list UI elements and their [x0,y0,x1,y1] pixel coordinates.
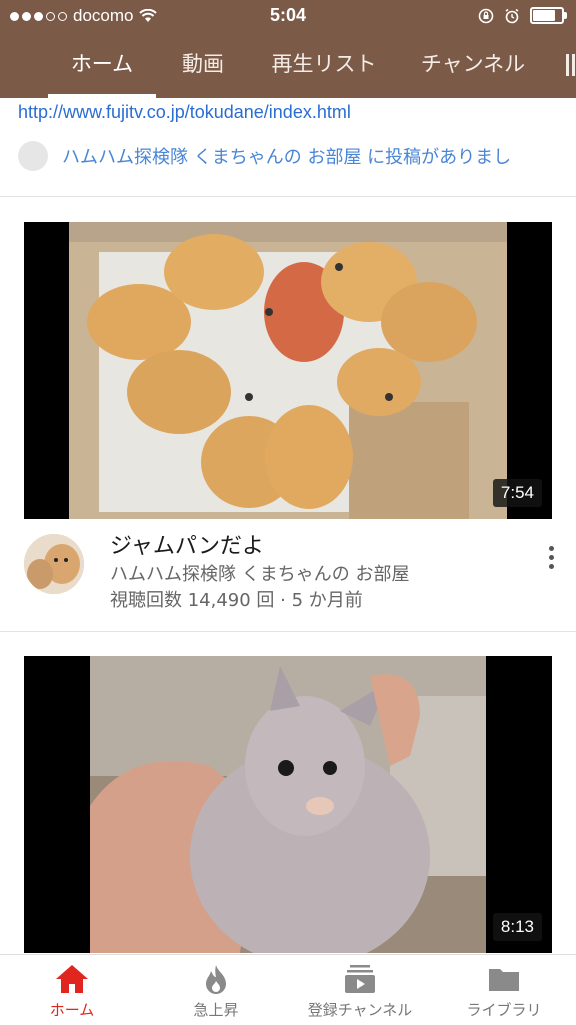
video-stats: 視聴回数 14,490 回 · 5 か月前 [110,590,363,611]
tab-home[interactable]: ホーム [48,34,156,98]
flame-icon [206,965,226,994]
tab-channels[interactable]: チャンネル [406,34,540,98]
nav-trending[interactable]: 急上昇 [144,955,288,1025]
video-title[interactable]: ジャムパンだよ [110,528,264,560]
rotation-lock-icon [478,8,494,23]
channel-tab-bar: ホーム 動画 再生リスト チャンネル [0,34,576,98]
section-divider [0,631,576,632]
home-icon [56,965,88,993]
video-duration: 8:13 [492,913,542,941]
tab-videos[interactable]: 動画 [164,34,242,98]
video-duration: 7:54 [492,479,542,507]
nav-label: 登録チャンネル [307,1001,413,1019]
nav-library[interactable]: ライブラリ [432,955,576,1025]
video-thumbnail[interactable]: 8:13 [24,656,552,953]
video-meta: ジャムパンだよ ハムハム探検隊 くまちゃんの お部屋 視聴回数 14,490 回… [24,528,564,611]
video-thumbnail[interactable]: 7:54 [24,222,552,519]
video-channel-name: ハムハム探検隊 くまちゃんの お部屋 [110,564,410,585]
tab-playlists[interactable]: 再生リスト [258,34,390,98]
hamster-avatar-image [24,534,84,594]
post-notice-text: ハムハム探検隊 くまちゃんの お部屋 に投稿がありまし [62,147,512,168]
channel-post-notice[interactable]: ハムハム探検隊 くまちゃんの お部屋 に投稿がありまし [18,138,576,174]
battery-icon [530,7,567,24]
hamsters-eating-jam-image [69,222,507,519]
external-link[interactable]: http://www.fujitv.co.jp/tokudane/index.h… [18,102,351,123]
section-divider [0,196,576,197]
nav-home[interactable]: ホーム [0,955,144,1025]
nav-subscriptions[interactable]: 登録チャンネル [288,955,432,1025]
status-bar: docomo 5:04 [0,0,576,34]
channel-avatar[interactable] [24,534,84,594]
post-avatar [18,141,48,171]
alarm-icon [505,8,519,23]
nav-label: ライブラリ [466,1001,542,1019]
tab-overflow[interactable] [566,54,576,76]
nav-label: 急上昇 [193,1001,239,1019]
more-options-icon[interactable] [546,546,556,572]
hamster-in-hand-image [90,656,486,953]
bottom-navigation: ホーム 急上昇 登録チャンネル ライブラリ [0,954,576,1025]
subscriptions-icon [345,965,375,993]
nav-label: ホーム [49,1001,95,1019]
folder-icon [489,969,519,991]
